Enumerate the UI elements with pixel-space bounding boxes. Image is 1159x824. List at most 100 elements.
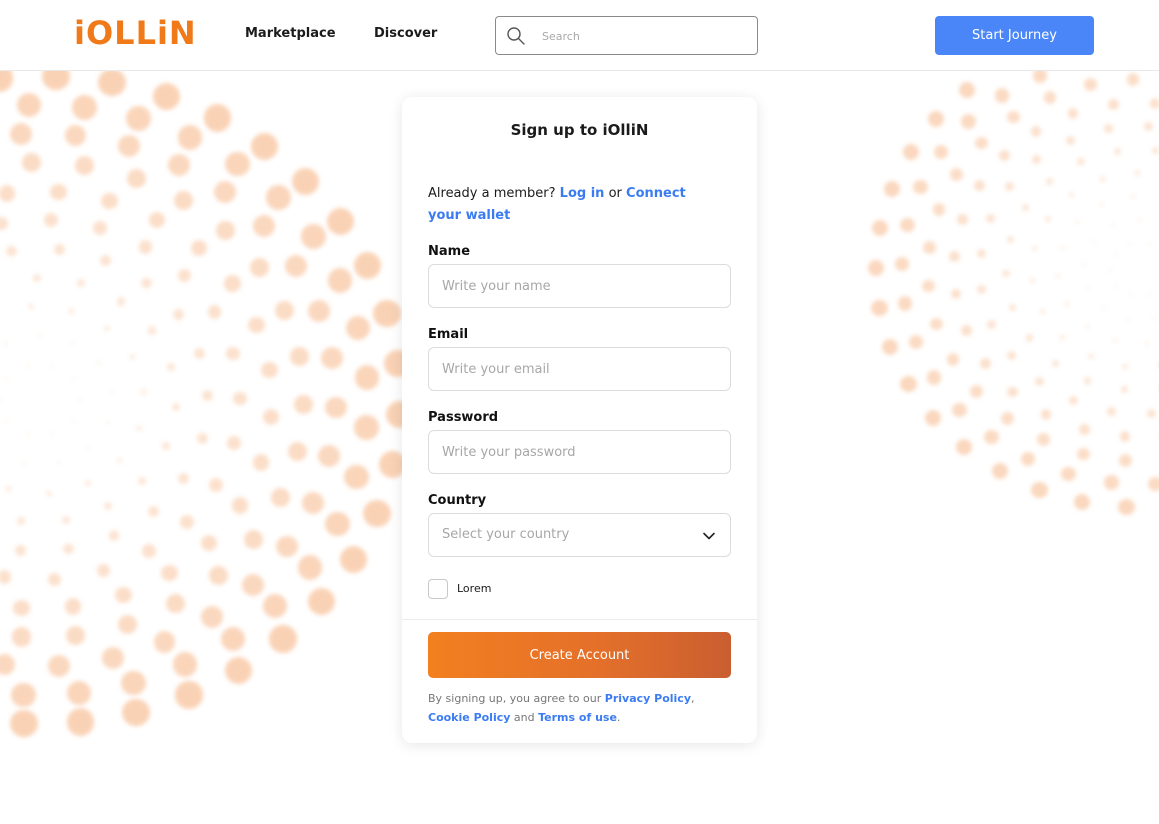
decorative-dot: [1137, 218, 1141, 222]
login-link[interactable]: Log in: [560, 186, 605, 201]
decorative-dot: [129, 354, 136, 360]
decorative-dot: [1131, 194, 1135, 199]
decorative-dot: [363, 500, 391, 528]
decorative-dot: [66, 680, 92, 706]
decorative-dot: [1129, 294, 1133, 298]
decorative-dot: [1092, 240, 1096, 244]
decorative-dot: [71, 340, 75, 344]
decorative-dot: [207, 305, 222, 319]
decorative-dot: [974, 180, 985, 191]
decorative-dot: [324, 396, 347, 419]
decorative-dot: [227, 436, 241, 450]
email-input[interactable]: [429, 348, 730, 390]
name-input[interactable]: [429, 265, 730, 307]
decorative-dot: [1039, 308, 1045, 314]
decorative-dot: [975, 136, 988, 150]
decorative-dot: [354, 365, 380, 390]
decorative-dot: [43, 213, 58, 228]
divider: [402, 619, 757, 620]
decorative-dot: [63, 543, 74, 555]
decorative-dot: [53, 244, 65, 256]
terms-of-use-link[interactable]: Terms of use: [538, 711, 617, 724]
decorative-dot: [957, 214, 968, 226]
password-input[interactable]: [429, 431, 730, 473]
country-select[interactable]: Select your country: [428, 513, 731, 557]
decorative-dot: [215, 221, 235, 241]
decorative-dot: [22, 461, 26, 465]
terms-and: and: [513, 711, 535, 724]
decorative-dot: [68, 308, 75, 314]
decorative-dot: [96, 563, 111, 578]
decorative-dot: [50, 364, 54, 368]
decorative-dot: [318, 445, 341, 468]
decorative-dot: [168, 154, 191, 176]
decorative-dot: [65, 625, 85, 645]
decorative-dot: [1082, 263, 1086, 267]
decorative-dot: [0, 653, 16, 676]
password-field[interactable]: [428, 430, 731, 474]
decorative-dot: [354, 252, 382, 280]
decorative-dot: [202, 390, 214, 402]
decorative-dot: [16, 92, 42, 118]
decorative-dot: [1147, 409, 1157, 419]
decorative-dot: [1119, 454, 1132, 467]
cookie-policy-link[interactable]: Cookie Policy: [428, 711, 510, 724]
decorative-dot: [1134, 170, 1141, 176]
decorative-dot: [1099, 176, 1106, 182]
decorative-dot: [224, 275, 241, 292]
decorative-dot: [307, 588, 336, 616]
email-label: Email: [428, 327, 469, 342]
decorative-dot: [75, 156, 95, 176]
decorative-dot: [126, 106, 151, 131]
nav-discover[interactable]: Discover: [374, 26, 437, 41]
decorative-dot: [294, 394, 314, 414]
decorative-dot: [288, 442, 308, 462]
decorative-dot: [950, 168, 963, 181]
decorative-dot: [46, 490, 52, 496]
decorative-dot: [26, 432, 30, 436]
decorative-dot: [1118, 499, 1135, 516]
decorative-dot: [1075, 220, 1080, 225]
decorative-dot: [106, 420, 110, 424]
create-account-button[interactable]: Create Account: [428, 632, 731, 678]
decorative-dot: [121, 670, 146, 696]
decorative-dot: [249, 258, 269, 278]
search-input[interactable]: [542, 26, 742, 46]
decorative-dot: [1152, 317, 1156, 321]
email-field[interactable]: [428, 347, 731, 391]
page-title: Sign up to iOlliN: [510, 121, 649, 139]
decorative-dot: [1051, 359, 1059, 367]
decorative-dot: [118, 135, 140, 157]
decorative-dot: [109, 389, 113, 393]
lorem-checkbox[interactable]: [428, 579, 448, 599]
decorative-dot: [1043, 90, 1057, 104]
decorative-dot: [1036, 433, 1050, 447]
decorative-dot: [1106, 407, 1116, 417]
decorative-dot: [141, 544, 156, 558]
decorative-dot: [224, 656, 253, 684]
start-journey-button[interactable]: Start Journey: [935, 16, 1094, 55]
decorative-dot: [271, 488, 291, 508]
decorative-dot: [152, 82, 180, 111]
brand-logo[interactable]: iOLLiN: [74, 15, 197, 51]
decorative-dot: [28, 304, 34, 310]
decorative-dot: [922, 279, 936, 293]
nav-marketplace[interactable]: Marketplace: [245, 26, 336, 41]
decorative-dot: [913, 179, 928, 195]
name-field[interactable]: [428, 264, 731, 308]
decorative-dot: [70, 419, 74, 423]
privacy-policy-link[interactable]: Privacy Policy: [605, 692, 691, 705]
decorative-dot: [1005, 181, 1015, 191]
decorative-dot: [56, 461, 60, 465]
decorative-dot: [115, 586, 132, 603]
decorative-dot: [1088, 353, 1094, 360]
decorative-dot: [1125, 317, 1129, 321]
member-prompt: Already a member? Log in or Connect your…: [428, 183, 708, 227]
decorative-dot: [208, 565, 228, 585]
decorative-dot: [16, 517, 26, 526]
search-box[interactable]: [495, 16, 758, 55]
decorative-dot: [1067, 108, 1079, 120]
decorative-dot: [50, 432, 54, 436]
decorative-dot: [961, 324, 972, 336]
decorative-dot: [200, 534, 218, 552]
